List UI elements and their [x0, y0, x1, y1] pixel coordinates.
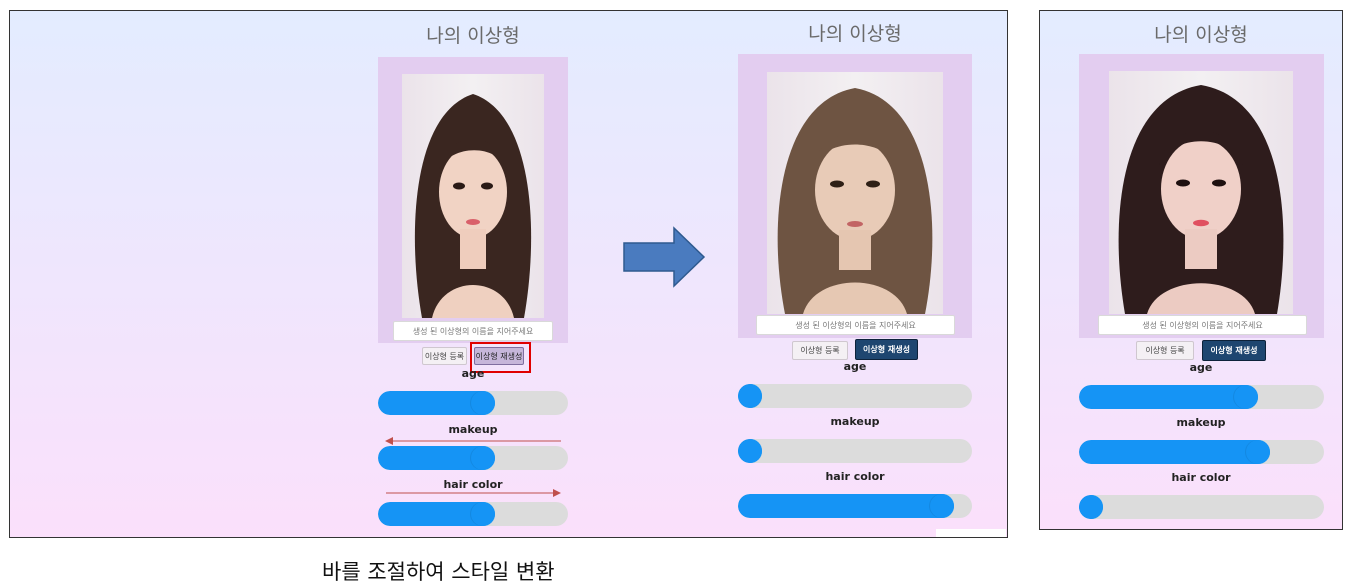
register-button[interactable]: 이상형 등록 — [422, 347, 467, 365]
slider-knob[interactable] — [1233, 385, 1258, 409]
name-input[interactable]: 생성 된 이상형의 이름을 지어주세요 — [1098, 315, 1307, 335]
slider-label-makeup: makeup — [830, 415, 880, 428]
slider-label-age: age — [461, 367, 485, 380]
regenerate-button[interactable]: 이상형 재생성 — [855, 339, 918, 360]
slider-label-makeup: makeup — [448, 423, 498, 436]
slider-knob[interactable] — [1079, 495, 1104, 519]
slider-fill — [738, 494, 954, 518]
slider-makeup[interactable] — [738, 439, 972, 463]
slider-hair-color[interactable] — [1079, 495, 1324, 519]
slider-label-hair-color: hair color — [825, 470, 885, 483]
name-input[interactable]: 생성 된 이상형의 이름을 지어주세요 — [393, 321, 553, 341]
slider-age[interactable] — [1079, 385, 1324, 409]
portrait-image — [1109, 71, 1293, 314]
right-arrow-icon — [623, 226, 706, 288]
slider-knob[interactable] — [929, 494, 954, 518]
portrait-image — [402, 74, 544, 318]
name-input[interactable]: 생성 된 이상형의 이름을 지어주세요 — [756, 315, 955, 335]
page-title: 나의 이상형 — [808, 23, 902, 45]
register-button[interactable]: 이상형 등록 — [1136, 341, 1194, 360]
slider-knob[interactable] — [1245, 440, 1270, 464]
slider-knob[interactable] — [738, 439, 762, 463]
regenerate-button[interactable]: 이상형 재생성 — [1202, 340, 1266, 361]
slider-label-hair-color: hair color — [1171, 471, 1231, 484]
right-arrow-icon — [386, 489, 561, 497]
portrait-image — [767, 72, 943, 314]
slider-label-age: age — [1189, 361, 1213, 374]
slider-fill — [1079, 385, 1258, 409]
slider-label-age: age — [843, 360, 867, 373]
slider-fill — [1079, 440, 1270, 464]
slider-knob[interactable] — [738, 384, 762, 408]
slider-knob[interactable] — [470, 391, 495, 415]
left-arrow-icon — [385, 437, 561, 445]
slider-makeup[interactable] — [378, 446, 568, 470]
slider-knob[interactable] — [470, 446, 495, 470]
slider-knob[interactable] — [470, 502, 495, 526]
slider-hair-color[interactable] — [378, 502, 568, 526]
white-patch — [936, 529, 1006, 537]
caption: 바를 조절하여 스타일 변환 — [322, 560, 555, 584]
slider-makeup[interactable] — [1079, 440, 1324, 464]
page-title: 나의 이상형 — [426, 25, 520, 47]
page-title: 나의 이상형 — [1154, 24, 1248, 46]
slider-hair-color[interactable] — [738, 494, 972, 518]
register-button[interactable]: 이상형 등록 — [792, 341, 848, 360]
slider-age[interactable] — [738, 384, 972, 408]
slider-age[interactable] — [378, 391, 568, 415]
slider-label-makeup: makeup — [1176, 416, 1226, 429]
